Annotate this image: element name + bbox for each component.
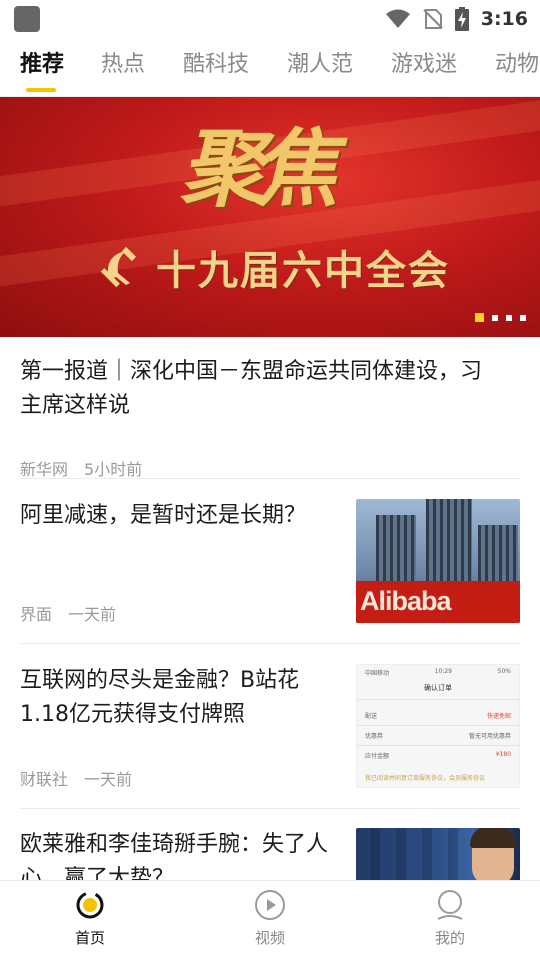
news-source: 界面 — [20, 605, 53, 624]
news-item[interactable]: 阿里减速，是暂时还是长期？ 界面 一天前 Alibaba — [20, 499, 520, 625]
play-icon — [255, 890, 285, 920]
news-meta: 界面 一天前 — [20, 601, 116, 625]
tab-games[interactable]: 游戏迷 — [391, 50, 457, 90]
thumbnail-building — [426, 499, 472, 585]
thumbnail-row-value: ¥180 — [495, 751, 511, 758]
nav-video[interactable]: 视频 — [230, 889, 310, 948]
thumbnail-row: 优惠券 暂无可用优惠券 — [365, 731, 511, 740]
hammer-sickle-icon — [100, 246, 137, 288]
no-sim-icon — [423, 9, 443, 29]
news-thumbnail: 中国移动 10:29 50% 确认订单 配送 快递免邮 优惠券 暂无可用优惠券 … — [356, 664, 520, 788]
home-icon — [76, 891, 104, 919]
news-meta: 新华网 5小时前 — [20, 456, 142, 480]
app-icon — [14, 6, 40, 32]
thumbnail-battery: 50% — [497, 668, 511, 675]
carousel-dot — [506, 314, 512, 321]
news-item[interactable]: 第一报道｜深化中国－东盟命运共同体建设，习主席这样说 新华网 5小时前 — [20, 355, 520, 479]
thumbnail-header: 确认订单 — [365, 683, 511, 693]
tab-hot[interactable]: 热点 — [101, 50, 145, 90]
thumbnail-divider — [357, 699, 519, 700]
nav-profile[interactable]: 我的 — [410, 889, 490, 948]
news-source: 财联社 — [20, 770, 69, 789]
status-bar: 3:16 — [0, 0, 540, 38]
thumbnail-statusbar: 中国移动 10:29 50% — [365, 668, 511, 677]
nav-home[interactable]: 首页 — [50, 889, 130, 948]
banner-subtitle-row: 十九届六中全会 — [100, 237, 450, 297]
news-source: 新华网 — [20, 460, 69, 479]
news-title: 互联网的尽头是金融？B站花1.18亿元获得支付牌照 — [20, 668, 300, 727]
news-time: 一天前 — [68, 605, 117, 624]
nav-video-label: 视频 — [254, 929, 285, 947]
item-divider — [20, 808, 520, 809]
thumbnail-row: 应付金额 ¥180 — [365, 751, 511, 760]
news-thumbnail: Alibaba — [356, 499, 520, 623]
news-time: 5小时前 — [84, 460, 143, 479]
profile-icon — [437, 890, 463, 920]
carousel-dot-active — [475, 313, 484, 322]
thumbnail-agreement: 我已阅读并同意订单服务协议，会员服务协议 — [365, 773, 511, 782]
thumbnail-clock: 10:29 — [434, 668, 452, 675]
thumbnail-row-label: 优惠券 — [365, 733, 384, 740]
thumbnail-row-label: 配送 — [365, 713, 378, 720]
tab-trend[interactable]: 潮人范 — [287, 50, 353, 90]
tab-animals[interactable]: 动物 — [495, 50, 539, 90]
carousel-dot — [492, 314, 498, 321]
wifi-icon — [385, 9, 410, 28]
active-tab-indicator — [26, 88, 56, 92]
nav-home-label: 首页 — [74, 929, 105, 947]
thumbnail-agreement-text: 我已阅读并同意订单服务协议，会员服务协议 — [365, 775, 486, 782]
news-item[interactable]: 互联网的尽头是金融？B站花1.18亿元获得支付牌照 财联社 一天前 中国移动 1… — [20, 664, 520, 790]
thumbnail-row-label: 应付金额 — [365, 753, 390, 760]
thumbnail-row-value: 暂无可用优惠券 — [468, 733, 511, 740]
thumbnail-row-value: 快递免邮 — [486, 713, 511, 720]
thumbnail-header-text: 确认订单 — [424, 684, 452, 692]
item-divider — [20, 643, 520, 644]
banner-subtitle: 十九届六中全会 — [156, 248, 450, 294]
thumbnail-building — [376, 515, 416, 585]
item-divider — [20, 478, 520, 479]
thumbnail-divider — [357, 725, 519, 726]
tab-recommend[interactable]: 推荐 — [20, 50, 64, 90]
thumbnail-hair — [470, 828, 516, 848]
thumbnail-row: 配送 快递免邮 — [365, 711, 511, 720]
bottom-navigation: 首页 视频 我的 — [0, 880, 540, 960]
tab-tech[interactable]: 酷科技 — [183, 50, 249, 90]
thumbnail-sign-text: Alibaba — [360, 586, 452, 616]
banner-carousel[interactable]: 聚焦 十九届六中全会 — [0, 97, 540, 337]
news-title: 阿里减速，是暂时还是长期？ — [20, 503, 307, 528]
status-time: 3:16 — [480, 8, 528, 30]
thumbnail-carrier: 中国移动 — [365, 670, 390, 677]
banner-title: 聚焦 — [180, 119, 338, 218]
news-title: 第一报道｜深化中国－东盟命运共同体建设，习主席这样说 — [20, 359, 483, 418]
thumbnail-building — [478, 525, 518, 585]
thumbnail-divider — [357, 745, 519, 746]
status-icons: 3:16 — [385, 0, 528, 38]
nav-profile-label: 我的 — [434, 929, 465, 947]
news-meta: 财联社 一天前 — [20, 766, 132, 790]
battery-charging-icon — [454, 7, 469, 31]
carousel-indicator — [475, 313, 526, 322]
category-tabs: 推荐 热点 酷科技 潮人范 游戏迷 动物 — [0, 44, 540, 96]
news-time: 一天前 — [84, 770, 133, 789]
carousel-dot — [520, 314, 526, 321]
